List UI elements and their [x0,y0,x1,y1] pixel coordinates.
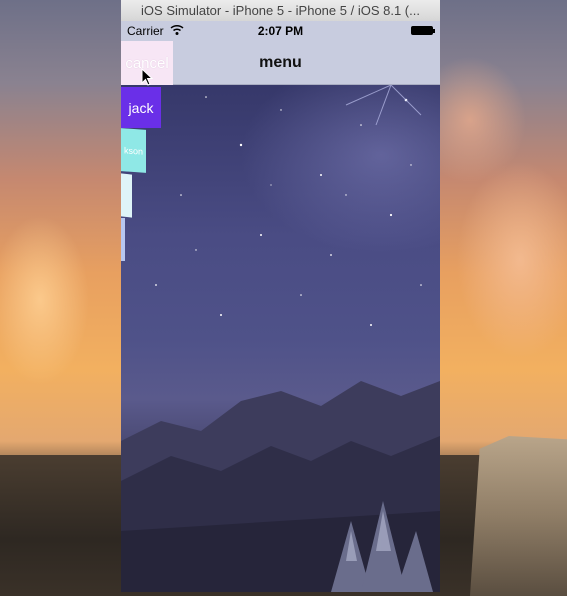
phone-screen: Carrier 2:07 PM menu cancel jack kson [121,21,440,592]
simulator-title-bar[interactable]: iOS Simulator - iPhone 5 - iPhone 5 / iO… [121,0,440,22]
menu-item-4[interactable] [121,173,132,218]
desktop-cliff [470,436,567,596]
menu-item-label: kson [123,144,143,157]
menu-item-jack[interactable]: jack [121,87,161,128]
stars-layer [150,85,422,326]
arrow-cursor-icon [141,68,153,86]
menu-item-5[interactable] [121,218,125,261]
status-bar: Carrier 2:07 PM [121,21,440,41]
menu-item-3[interactable]: kson [121,128,146,173]
battery-icon [411,26,435,35]
menu-item-label: jack [128,99,154,116]
simulator-window-title: iOS Simulator - iPhone 5 - iPhone 5 / iO… [141,3,420,18]
mountains-layer [121,381,440,592]
status-time: 2:07 PM [257,24,304,38]
